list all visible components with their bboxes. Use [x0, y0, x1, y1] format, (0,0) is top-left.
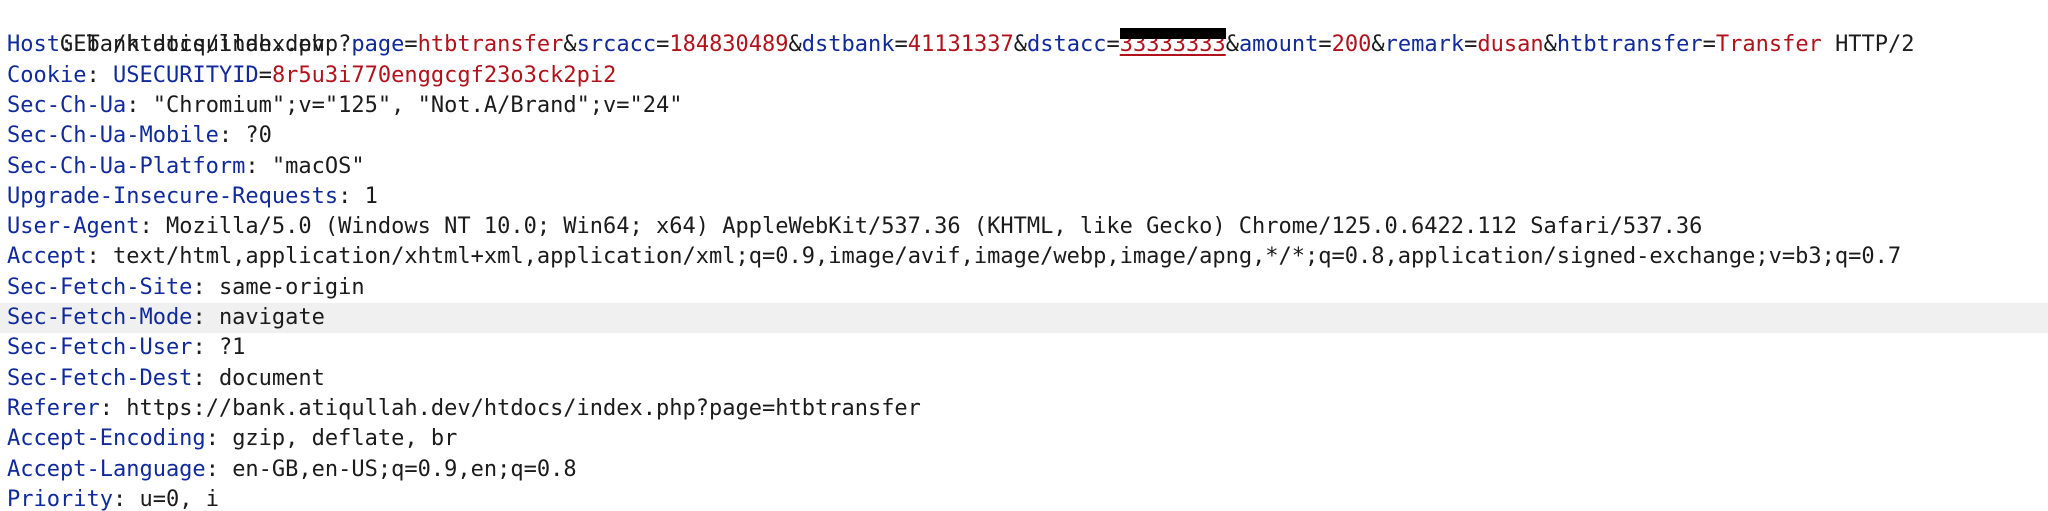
header-sec-fetch-user[interactable]: Sec-Fetch-User: ?1: [0, 333, 2048, 363]
header-value: gzip, deflate, br: [232, 426, 458, 452]
header-name: User-Agent: [7, 214, 140, 240]
header-value: bank.atiqullah.dev: [86, 32, 325, 58]
header-cookie[interactable]: Cookie: USECURITYID=8r5u3i770enggcgf23o3…: [0, 61, 2048, 91]
header-sec-ch-ua[interactable]: Sec-Ch-Ua: "Chromium";v="125", "Not.A/Br…: [0, 91, 2048, 121]
header-name: Sec-Fetch-User: [7, 335, 193, 361]
header-value: u=0, i: [139, 486, 219, 511]
cookie-value: 8r5u3i770enggcgf23o3ck2pi2: [271, 62, 617, 88]
header-accept-encoding[interactable]: Accept-Encoding: gzip, deflate, br: [0, 424, 2048, 454]
header-user-agent[interactable]: User-Agent: Mozilla/5.0 (Windows NT 10.0…: [0, 212, 2048, 242]
header-value: same-origin: [218, 274, 365, 300]
header-value: https://bank.atiqullah.dev/htdocs/index.…: [126, 395, 921, 421]
header-value: ?1: [218, 335, 246, 361]
header-value: en-GB,en-US;q=0.9,en;q=0.8: [232, 456, 577, 482]
header-sec-fetch-dest[interactable]: Sec-Fetch-Dest: document: [0, 364, 2048, 394]
header-name: Accept-Encoding: [7, 426, 206, 452]
header-priority[interactable]: Priority: u=0, i: [0, 485, 2048, 511]
header-value: "Chromium";v="125", "Not.A/Brand";v="24": [152, 92, 683, 118]
header-name: Sec-Fetch-Site: [7, 274, 193, 300]
request-line[interactable]: GET /htdocs/index.php?page=htbtransfer&s…: [0, 0, 2048, 57]
header-value: ?0: [245, 123, 272, 149]
header-name: Sec-Fetch-Dest: [7, 365, 193, 391]
header-name: Upgrade-Insecure-Requests: [7, 183, 339, 209]
header-referer[interactable]: Referer: https://bank.atiqullah.dev/htdo…: [0, 394, 2048, 424]
header-name: Referer: [7, 395, 100, 421]
header-name: Priority: [7, 486, 113, 511]
header-value: Mozilla/5.0 (Windows NT 10.0; Win64; x64…: [165, 214, 1703, 240]
cookie-key: USECURITYID: [112, 62, 259, 88]
header-value: text/html,application/xhtml+xml,applicat…: [112, 244, 1902, 270]
header-value: document: [218, 365, 325, 391]
header-sec-fetch-mode[interactable]: Sec-Fetch-Mode: navigate: [0, 303, 2048, 334]
redaction-bar: [1119, 28, 1226, 39]
header-name: Sec-Ch-Ua-Mobile: [7, 123, 219, 149]
header-value: "macOS": [271, 153, 365, 179]
header-sec-ch-ua-mobile[interactable]: Sec-Ch-Ua-Mobile: ?0: [0, 121, 2048, 151]
header-upgrade-insecure-requests[interactable]: Upgrade-Insecure-Requests: 1: [0, 182, 2048, 212]
http-request-viewer: GET /htdocs/index.php?page=htbtransfer&s…: [0, 0, 2048, 511]
header-sec-ch-ua-platform[interactable]: Sec-Ch-Ua-Platform: "macOS": [0, 152, 2048, 182]
header-name: Host: [7, 32, 60, 58]
header-name: Sec-Ch-Ua: [7, 92, 127, 118]
header-accept-language[interactable]: Accept-Language: en-GB,en-US;q=0.9,en;q=…: [0, 455, 2048, 485]
header-accept[interactable]: Accept: text/html,application/xhtml+xml,…: [0, 242, 2048, 272]
header-value: navigate: [218, 305, 325, 330]
header-host[interactable]: Host: bank.atiqullah.dev: [0, 30, 2048, 60]
header-value: 1: [364, 183, 378, 209]
header-name: Sec-Ch-Ua-Platform: [7, 153, 246, 179]
header-name: Accept: [7, 244, 87, 270]
header-name: Cookie: [7, 62, 87, 88]
header-name: Accept-Language: [7, 456, 206, 482]
header-sec-fetch-site[interactable]: Sec-Fetch-Site: same-origin: [0, 273, 2048, 303]
header-name: Sec-Fetch-Mode: [7, 305, 193, 330]
